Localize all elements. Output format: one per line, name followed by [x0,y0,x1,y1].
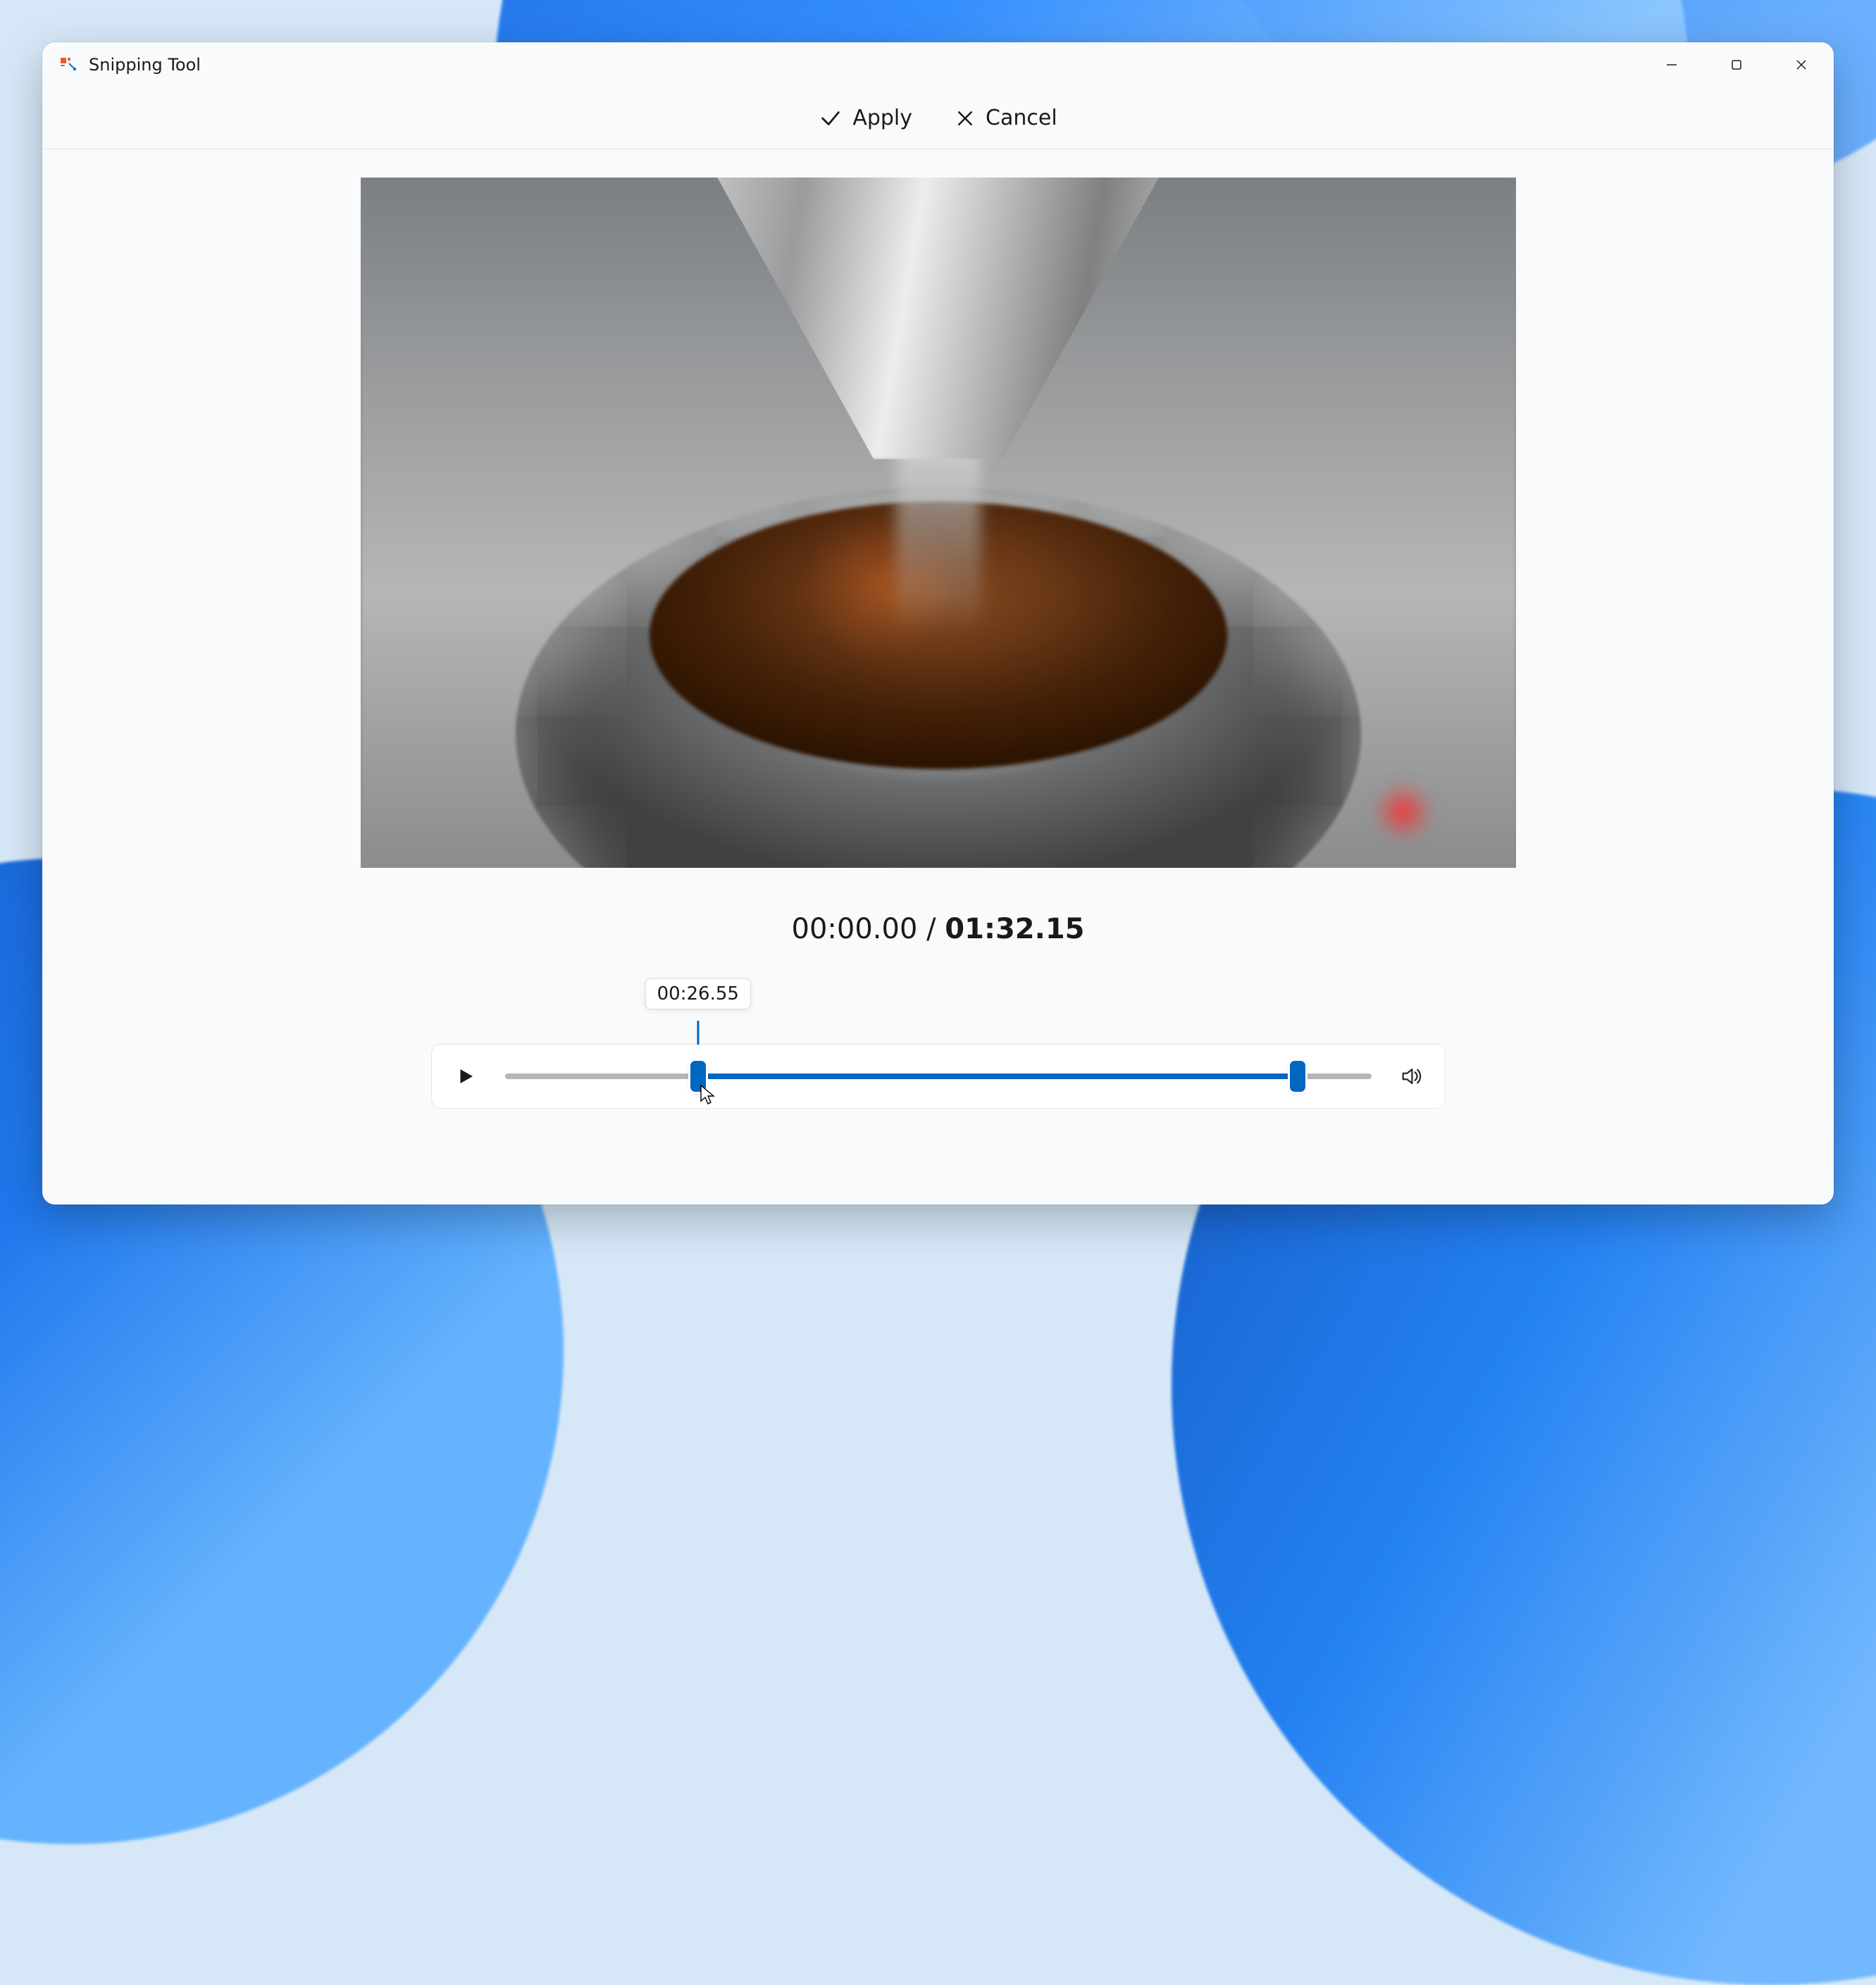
cancel-button[interactable]: Cancel [950,99,1062,137]
apply-button[interactable]: Apply [814,99,917,137]
minimize-icon [1665,58,1679,72]
apply-label: Apply [852,106,912,130]
video-preview[interactable] [361,178,1516,868]
timeline-area: 00:26.55 [505,1045,1372,1108]
trim-range [698,1074,1298,1079]
close-icon [1794,58,1808,72]
playhead-indicator [697,1021,699,1045]
time-separator: / [917,913,945,945]
maximize-button[interactable] [1704,42,1769,87]
window-title: Snipping Tool [89,55,201,75]
cancel-label: Cancel [986,106,1057,130]
titlebar[interactable]: Snipping Tool [42,42,1834,87]
play-icon [455,1066,476,1087]
x-icon [955,108,976,129]
player-bar: 00:26.55 [431,1044,1446,1109]
tooltip-time: 00:26.55 [657,983,739,1004]
time-display: 00:00.00 / 01:32.15 [792,913,1085,945]
play-button[interactable] [452,1062,480,1090]
trim-end-handle[interactable] [1290,1061,1305,1092]
window-controls [1639,42,1834,87]
volume-icon [1399,1064,1423,1088]
trim-start-handle[interactable] [690,1061,706,1092]
current-time: 00:00.00 [792,913,918,945]
timeline-track[interactable] [505,1074,1372,1079]
check-icon [819,106,843,130]
app-icon [59,56,76,73]
maximize-icon [1730,58,1743,71]
trim-tooltip: 00:26.55 [645,978,751,1009]
volume-button[interactable] [1397,1062,1425,1090]
action-toolbar: Apply Cancel [42,87,1834,149]
app-window: Snipping Tool Apply Cancel [42,42,1834,1205]
close-button[interactable] [1769,42,1834,87]
total-time: 01:32.15 [945,913,1084,945]
content-area: 00:00.00 / 01:32.15 00:26.55 [42,149,1834,1205]
minimize-button[interactable] [1639,42,1704,87]
